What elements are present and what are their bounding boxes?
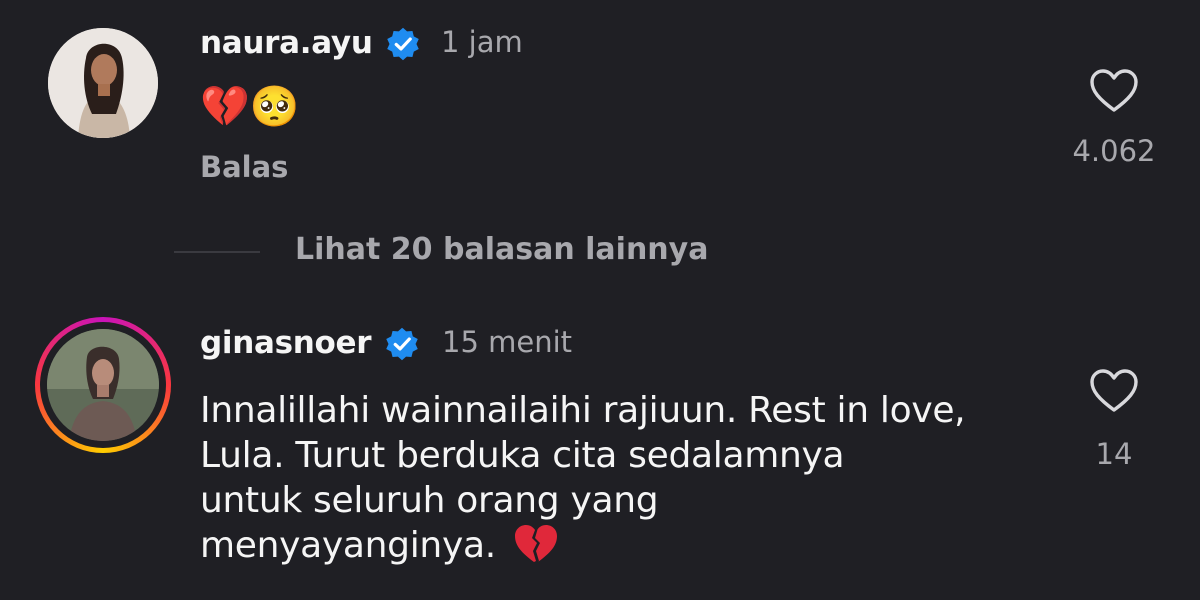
heart-icon[interactable] (1089, 368, 1139, 414)
avatar[interactable] (48, 28, 158, 138)
avatar[interactable] (35, 317, 171, 453)
username[interactable]: naura.ayu (200, 25, 373, 61)
divider-line (174, 251, 260, 253)
verified-badge-icon (387, 27, 419, 61)
comment-text-line: untuk seluruh orang yang (200, 480, 659, 521)
verified-badge-icon (386, 327, 418, 361)
comment-text-line-last: menyayanginya. (200, 523, 965, 568)
profile-photo-icon (48, 28, 158, 138)
comment-time: 1 jam (441, 25, 523, 59)
reply-button[interactable]: Balas (200, 150, 288, 184)
comment-text-line: Lula. Turut berduka cita sedalamnya (200, 435, 845, 476)
comment-text: 💔🥺 (200, 84, 300, 130)
comment-text: Innalillahi wainnailaihi rajiuun. Rest i… (200, 388, 966, 568)
username[interactable]: ginasnoer (200, 325, 372, 361)
comment-item: ginasnoer 15 menit Innalillahi wainnaila… (0, 300, 1200, 600)
view-more-replies-button[interactable]: Lihat 20 balasan lainnya (295, 232, 708, 267)
profile-photo-icon (47, 329, 159, 441)
heart-icon[interactable] (1089, 68, 1139, 114)
comment-text-line: Innalillahi wainnailaihi rajiuun. Rest i… (200, 390, 966, 431)
comment-time: 15 menit (442, 325, 573, 359)
like-count: 4.062 (1072, 134, 1156, 168)
comment-text-line: menyayanginya. (200, 525, 496, 566)
comment-item: naura.ayu 1 jam 💔🥺 Balas 4.062 (0, 0, 1200, 210)
like-count: 14 (1095, 437, 1133, 471)
broken-heart-icon (515, 525, 558, 562)
